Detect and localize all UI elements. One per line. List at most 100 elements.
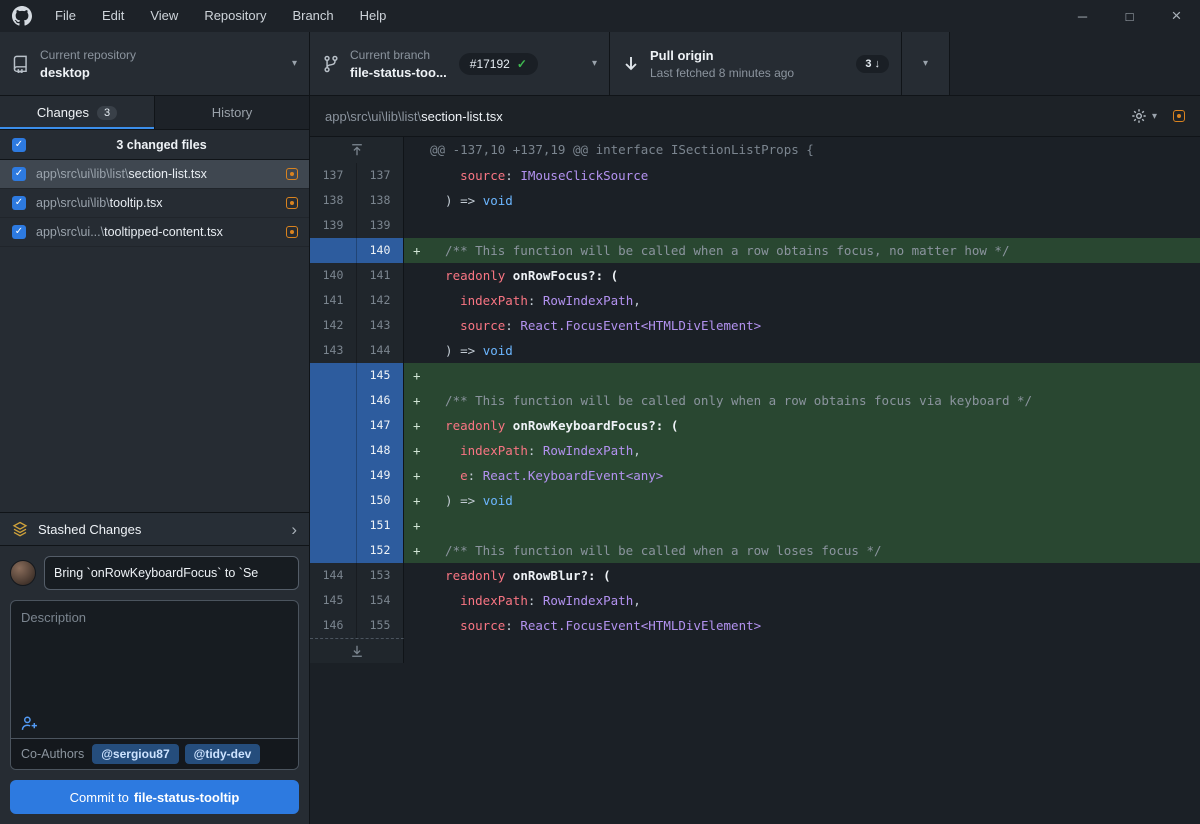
file-row[interactable]: ✓app\src\ui\lib\tooltip.tsx — [0, 189, 309, 218]
coauthor-badge[interactable]: @tidy-dev — [185, 744, 261, 764]
pull-origin-button[interactable]: Pull origin Last fetched 8 minutes ago 3… — [610, 32, 902, 95]
diff-hunk-header[interactable]: @@ -137,10 +137,19 @@ interface ISection… — [310, 137, 1200, 163]
diff-line[interactable]: 140141 readonly onRowFocus?: ( — [310, 263, 1200, 288]
diff-line[interactable]: 140+ /** This function will be called wh… — [310, 238, 1200, 263]
chevron-down-icon: ▾ — [584, 58, 597, 69]
diff-line[interactable]: 137137 source: IMouseClickSource — [310, 163, 1200, 188]
diff-marker: + — [404, 363, 430, 388]
code-line: /** This function will be called when a … — [430, 238, 1200, 263]
add-coauthor-icon[interactable] — [21, 715, 288, 732]
old-line-number — [310, 413, 357, 438]
new-line-number: 152 — [357, 538, 404, 563]
diff-line[interactable]: 151+ — [310, 513, 1200, 538]
repository-name: desktop — [40, 65, 136, 80]
diff-line[interactable]: 144153 readonly onRowBlur?: ( — [310, 563, 1200, 588]
menu-help[interactable]: Help — [347, 0, 400, 32]
old-line-number — [310, 513, 357, 538]
select-all-checkbox[interactable]: ✓ — [12, 138, 26, 152]
file-list: ✓app\src\ui\lib\list\section-list.tsx✓ap… — [0, 160, 309, 247]
branch-switcher[interactable]: Current branch file-status-too... #17192… — [310, 32, 610, 95]
pr-status-badge[interactable]: #17192 ✓ — [459, 53, 538, 75]
menu-file[interactable]: File — [42, 0, 89, 32]
pull-dropdown-button[interactable]: ▾ — [902, 32, 950, 95]
titlebar: FileEditViewRepositoryBranchHelp ─□× — [0, 0, 1200, 32]
branch-label: Current branch — [350, 48, 447, 62]
diff-file-name: section-list.tsx — [421, 109, 503, 124]
file-row[interactable]: ✓app\src\ui\lib\list\section-list.tsx — [0, 160, 309, 189]
maximize-button[interactable]: □ — [1106, 0, 1153, 32]
commit-summary-input[interactable] — [44, 556, 299, 590]
coauthor-badge[interactable]: @sergiou87 — [92, 744, 178, 764]
new-line-number: 141 — [357, 263, 404, 288]
diff-line[interactable]: 146+ /** This function will be called on… — [310, 388, 1200, 413]
arrow-down-icon — [622, 55, 640, 73]
menu-view[interactable]: View — [137, 0, 191, 32]
new-line-number: 140 — [357, 238, 404, 263]
new-line-number: 146 — [357, 388, 404, 413]
diff-pane: app\src\ui\lib\list\section-list.tsx ▾ @… — [310, 96, 1200, 824]
diff-marker — [404, 163, 430, 188]
menu-repository[interactable]: Repository — [191, 0, 279, 32]
modified-icon — [286, 226, 298, 238]
changes-count-badge: 3 — [97, 106, 117, 120]
code-line: source: React.FocusEvent<HTMLDivElement> — [430, 313, 1200, 338]
file-checkbox[interactable]: ✓ — [12, 196, 26, 210]
code-line: indexPath: RowIndexPath, — [430, 588, 1200, 613]
stashed-changes-row[interactable]: Stashed Changes › — [0, 512, 309, 546]
diff-line[interactable]: 141142 indexPath: RowIndexPath, — [310, 288, 1200, 313]
code-line: /** This function will be called when a … — [430, 538, 1200, 563]
close-button[interactable]: × — [1153, 0, 1200, 32]
file-row[interactable]: ✓ app\src\ui...\tooltipped-content.tsx — [0, 218, 309, 247]
code-line — [430, 213, 1200, 238]
diff-line[interactable]: 149+ e: React.KeyboardEvent<any> — [310, 463, 1200, 488]
commit-description-input[interactable] — [11, 601, 298, 713]
diff-line[interactable]: 143144 ) => void — [310, 338, 1200, 363]
file-checkbox[interactable]: ✓ — [12, 225, 26, 239]
diff-line[interactable]: 145154 indexPath: RowIndexPath, — [310, 588, 1200, 613]
diff-marker — [404, 338, 430, 363]
diff-line[interactable]: 150+ ) => void — [310, 488, 1200, 513]
old-line-number: 144 — [310, 563, 357, 588]
new-line-number: 137 — [357, 163, 404, 188]
sidebar-empty-space — [0, 247, 309, 512]
old-line-number — [310, 363, 357, 388]
diff-line[interactable]: 139139 — [310, 213, 1200, 238]
tab-history[interactable]: History — [155, 96, 309, 129]
chevron-down-icon: ▾ — [923, 58, 928, 69]
old-line-number: 141 — [310, 288, 357, 313]
file-checkbox[interactable]: ✓ — [12, 167, 26, 181]
diff-line[interactable]: 146155 source: React.FocusEvent<HTMLDivE… — [310, 613, 1200, 638]
diff-marker — [404, 563, 430, 588]
diff-line[interactable]: 148+ indexPath: RowIndexPath, — [310, 438, 1200, 463]
diff-line[interactable]: 145+ — [310, 363, 1200, 388]
diff-marker: + — [404, 488, 430, 513]
diff-options-button[interactable]: ▾ — [1131, 108, 1157, 124]
commit-button[interactable]: Commit tofile-status-tooltip — [10, 780, 299, 814]
stashed-changes-label: Stashed Changes — [38, 522, 141, 537]
tab-changes[interactable]: Changes3 — [0, 96, 155, 129]
menu-branch[interactable]: Branch — [279, 0, 346, 32]
github-desktop-window: FileEditViewRepositoryBranchHelp ─□× Cur… — [0, 0, 1200, 824]
minimize-button[interactable]: ─ — [1059, 0, 1106, 32]
old-line-number: 140 — [310, 263, 357, 288]
expand-up-button[interactable] — [310, 137, 404, 163]
gear-icon — [1131, 108, 1147, 124]
diff-line[interactable]: 152+ /** This function will be called wh… — [310, 538, 1200, 563]
new-line-number: 142 — [357, 288, 404, 313]
file-path: app\src\ui...\tooltipped-content.tsx — [36, 225, 286, 239]
diff-line[interactable]: 142143 source: React.FocusEvent<HTMLDivE… — [310, 313, 1200, 338]
diff-marker — [404, 313, 430, 338]
diff-marker — [404, 588, 430, 613]
commit-description-box: Co-Authors @sergiou87@tidy-dev — [10, 600, 299, 770]
modified-icon — [286, 197, 298, 209]
repository-switcher[interactable]: Current repository desktop ▾ — [0, 32, 310, 95]
changed-files-label: 3 changed files — [26, 138, 297, 152]
diff-marker: + — [404, 238, 430, 263]
diff-line[interactable]: 138138 ) => void — [310, 188, 1200, 213]
expand-down-button[interactable] — [310, 638, 404, 663]
code-line: e: React.KeyboardEvent<any> — [430, 463, 1200, 488]
modified-icon — [1173, 110, 1185, 122]
changed-files-header: ✓ 3 changed files — [0, 130, 309, 160]
menu-edit[interactable]: Edit — [89, 0, 137, 32]
diff-line[interactable]: 147+ readonly onRowKeyboardFocus?: ( — [310, 413, 1200, 438]
